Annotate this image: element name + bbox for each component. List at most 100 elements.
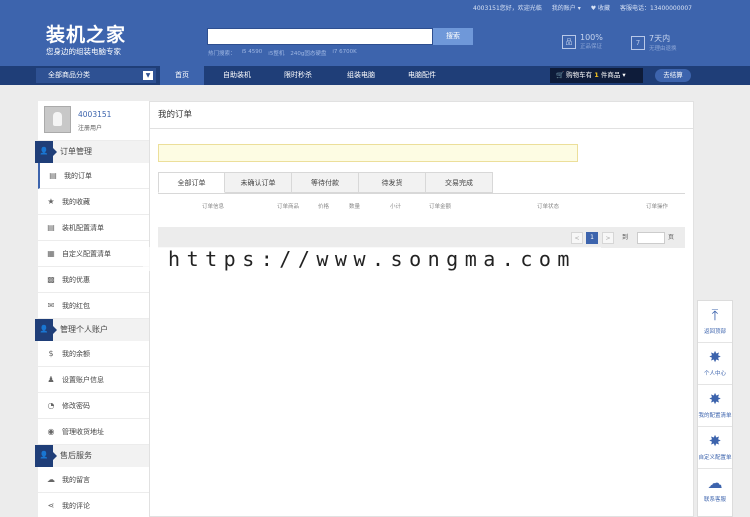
- cart-button[interactable]: 🛒 购物车有 1 件商品 ▾: [550, 68, 643, 83]
- sidebar-item-label: 我的余额: [62, 350, 90, 358]
- sidebar-item-label: 我的红包: [62, 302, 90, 310]
- tab-completed[interactable]: 交易完成: [426, 172, 493, 193]
- nav-flash-sale[interactable]: 限时秒杀: [276, 66, 320, 85]
- nav-accessories[interactable]: 电脑配件: [400, 66, 444, 85]
- float-label: 联系客服: [703, 497, 726, 503]
- section-account: 👤 管理个人账户: [35, 319, 149, 341]
- sidebar-item-red-packets[interactable]: ✉ 我的红包: [38, 293, 149, 319]
- back-to-top-button[interactable]: ⤒ 返回顶部: [698, 301, 732, 343]
- chat-icon: ☁: [47, 475, 55, 484]
- prev-page-button[interactable]: <: [571, 232, 583, 244]
- sidebar-item-change-password[interactable]: ◔ 修改密码: [38, 393, 149, 419]
- customer-service-button[interactable]: ☁ 联系客服: [698, 469, 732, 511]
- sidebar-item-balance[interactable]: $ 我的余额: [38, 341, 149, 367]
- money-bag-icon: $: [48, 349, 54, 358]
- sidebar-item-coupons[interactable]: ▩ 我的优惠: [38, 267, 149, 293]
- all-categories-button[interactable]: 全部商品分类 ▼: [36, 68, 156, 83]
- hot-keyword[interactable]: i5整机: [268, 49, 284, 57]
- section-orders: 👤 订单管理: [35, 141, 149, 163]
- promise-return: 7 7天内 无理由退换: [631, 33, 677, 52]
- column-header: 订单状态: [537, 204, 560, 210]
- share-icon: ⋖: [47, 501, 55, 510]
- floating-toolbar: ⤒ 返回顶部 ✸ 个人中心 ✸ 我的配置清单 ✸ 自定义配置单 ☁ 联系客服: [697, 300, 733, 517]
- sidebar-item-account-info[interactable]: ♟ 设置账户信息: [38, 367, 149, 393]
- user-profile: 4003151 注册用户: [38, 101, 149, 141]
- goto-suffix: 页: [668, 234, 675, 241]
- tab-all-orders[interactable]: 全部订单: [158, 172, 225, 193]
- location-icon: ◉: [47, 427, 55, 436]
- promise-genuine: 品 100% 正品保证: [562, 33, 603, 50]
- next-page-button[interactable]: >: [602, 232, 614, 244]
- promise-title: 100%: [580, 33, 603, 42]
- column-header: 小计: [390, 204, 402, 210]
- page-number-input[interactable]: [637, 232, 665, 244]
- sidebar-item-config-list[interactable]: ▤ 装机配置清单: [38, 215, 149, 241]
- hot-keyword[interactable]: i5 4590: [242, 49, 263, 57]
- sidebar-item-messages[interactable]: ☁ 我的留言: [38, 467, 149, 493]
- column-header: 订单信息: [202, 204, 225, 210]
- section-after-sales: 👤 售后服务: [35, 445, 149, 467]
- float-label: 自定义配置单: [698, 455, 732, 461]
- sidebar-item-label: 我的优惠: [62, 276, 90, 284]
- section-title: 订单管理: [60, 147, 92, 156]
- nav-diy[interactable]: 自助装机: [215, 66, 259, 85]
- main-nav: 全部商品分类 ▼ 首页 自助装机 限时秒杀 组装电脑 电脑配件 🛒 购物车有 1…: [0, 66, 750, 85]
- sidebar-item-label: 我的订单: [64, 172, 92, 180]
- calendar-icon: 7: [631, 35, 645, 50]
- sidebar-item-favorites[interactable]: ★ 我的收藏: [38, 189, 149, 215]
- tab-divider: [158, 193, 685, 194]
- cart-icon: 🛒: [556, 71, 565, 79]
- pagination: < 1 > 到 页: [158, 227, 685, 248]
- nav-home[interactable]: 首页: [160, 66, 204, 85]
- orders-panel: 我的订单 全部订单 未确认订单 等待付款 待发货 交易完成 订单信息 订单商品 …: [149, 101, 694, 517]
- tab-awaiting-shipment[interactable]: 待发货: [359, 172, 426, 193]
- column-header: 订单操作: [646, 204, 669, 210]
- tab-unconfirmed[interactable]: 未确认订单: [225, 172, 292, 193]
- tab-awaiting-payment[interactable]: 等待付款: [292, 172, 359, 193]
- sidebar-item-custom-config[interactable]: ▦ 自定义配置清单: [38, 241, 149, 267]
- my-config-button[interactable]: ✸ 我的配置清单: [698, 385, 732, 427]
- user-icon: 👤: [35, 445, 57, 467]
- hot-keyword[interactable]: 240g固态硬盘: [290, 49, 326, 57]
- sidebar-item-label: 自定义配置清单: [62, 250, 111, 258]
- page-1-button[interactable]: 1: [586, 232, 598, 244]
- nav-assembled-pc[interactable]: 组装电脑: [339, 66, 383, 85]
- custom-config-button[interactable]: ✸ 自定义配置单: [698, 427, 732, 469]
- notice-bar: [158, 144, 578, 162]
- gear-icon: ✸: [708, 390, 722, 408]
- hot-keyword[interactable]: i7 6700K: [332, 49, 356, 57]
- favorite-link[interactable]: ♥ 收藏: [591, 3, 610, 12]
- watermark: https://www.songma.com: [143, 247, 601, 271]
- list-icon: ▤: [47, 223, 55, 232]
- float-label: 我的配置清单: [698, 413, 732, 419]
- search-button[interactable]: 搜索: [433, 28, 473, 45]
- sidebar-item-label: 我的收藏: [62, 198, 90, 206]
- person-icon: ♟: [47, 375, 55, 384]
- gear-icon: ✸: [708, 432, 722, 450]
- sidebar-item-label: 我的留言: [62, 476, 90, 484]
- checkout-button[interactable]: 去结算: [655, 69, 691, 82]
- envelope-icon: ✉: [47, 301, 55, 310]
- order-table-header: 订单信息 订单商品 价格 数量 小计 订单金额 订单状态 订单操作: [158, 200, 685, 214]
- grid-icon: ▦: [47, 249, 55, 258]
- goto-prefix: 到: [622, 234, 629, 241]
- column-header: 订单商品: [277, 204, 300, 210]
- user-icon: 👤: [35, 141, 57, 163]
- search-input[interactable]: [207, 28, 433, 45]
- sidebar-item-my-orders[interactable]: ▤ 我的订单: [38, 163, 149, 189]
- column-header: 价格: [318, 204, 330, 210]
- sidebar-item-addresses[interactable]: ◉ 管理收货地址: [38, 419, 149, 445]
- sidebar-item-label: 我的评论: [62, 502, 90, 510]
- column-header: 订单金额: [429, 204, 452, 210]
- profile-center-button[interactable]: ✸ 个人中心: [698, 343, 732, 385]
- list-icon: ▤: [49, 171, 57, 180]
- user-id[interactable]: 4003151: [78, 110, 111, 119]
- star-icon: ★: [47, 197, 55, 206]
- site-logo[interactable]: 装机之家: [46, 20, 126, 47]
- page-title: 我的订单: [150, 102, 693, 129]
- sidebar-item-label: 设置账户信息: [62, 376, 104, 384]
- sidebar-item-reviews[interactable]: ⋖ 我的评论: [38, 493, 149, 517]
- chevron-down-icon: ▼: [143, 71, 153, 80]
- greeting-text: 4003151您好，欢迎光临: [473, 5, 542, 12]
- my-account-link[interactable]: 我的账户 ▾: [552, 3, 581, 12]
